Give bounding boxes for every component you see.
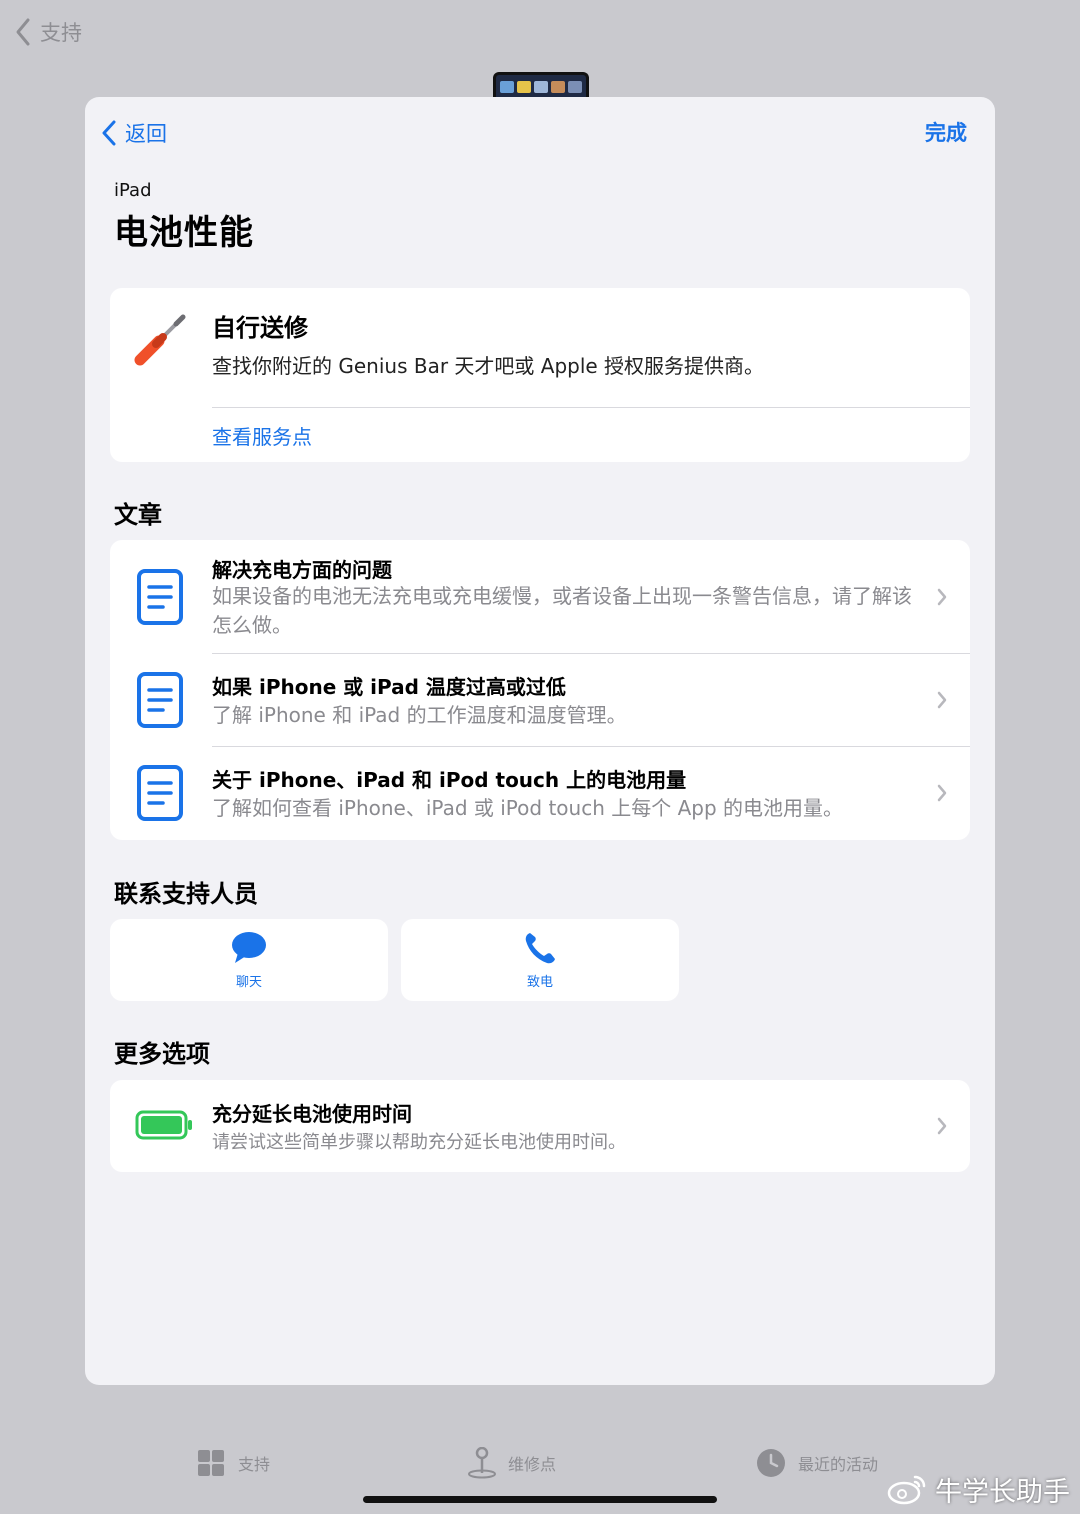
call-label: 致电	[526, 975, 553, 990]
chat-button[interactable]: 聊天	[110, 919, 388, 1001]
article-description: 了解 iPhone 和 iPad 的工作温度和温度管理。	[212, 703, 627, 727]
battery-sheet: 返回 完成 iPad 电池性能 自行送修 查找你附近的 Genius Bar 天…	[85, 97, 995, 1385]
article-item-battery-usage[interactable]: 关于 iPhone、iPad 和 iPod touch 上的电池用量 了解如何查…	[110, 747, 970, 840]
extend-battery-title: 充分延长电池使用时间	[212, 1102, 412, 1126]
document-icon	[137, 569, 183, 625]
back-label: 返回	[125, 122, 167, 146]
articles-list: 解决充电方面的问题 如果设备的电池无法充电或充电缓慢，或者设备上出现一条警告信息…	[110, 540, 970, 840]
tab-repair-label: 维修点	[508, 1455, 557, 1474]
watermark: 牛学长助手	[887, 1467, 1070, 1511]
phone-icon	[525, 933, 555, 964]
contact-heading: 联系支持人员	[114, 880, 258, 908]
call-button[interactable]: 致电	[401, 919, 679, 1001]
tab-repair-locations[interactable]: 维修点	[466, 1445, 556, 1481]
grid-icon	[198, 1450, 224, 1476]
clock-icon	[757, 1449, 785, 1477]
chevron-left-icon	[16, 18, 30, 46]
screen-thumbnail	[493, 72, 589, 98]
chevron-right-icon	[937, 784, 947, 802]
watermark-text: 牛学长助手	[935, 1476, 1070, 1508]
document-icon	[137, 672, 183, 728]
done-button[interactable]: 完成	[925, 117, 967, 149]
chevron-left-icon	[102, 120, 116, 146]
extend-battery-item[interactable]: 充分延长电池使用时间 请尝试这些简单步骤以帮助充分延长电池使用时间。	[110, 1080, 970, 1172]
article-title: 关于 iPhone、iPad 和 iPod touch 上的电池用量	[212, 768, 687, 792]
tab-support[interactable]: 支持	[196, 1445, 270, 1481]
chat-bubble-icon	[232, 932, 266, 963]
chat-label: 聊天	[235, 975, 262, 990]
tab-support-label: 支持	[238, 1455, 271, 1474]
chevron-right-icon	[937, 1117, 947, 1135]
home-indicator	[363, 1496, 717, 1503]
back-button[interactable]: 返回	[101, 117, 167, 149]
articles-heading: 文章	[114, 501, 162, 529]
weibo-icon	[887, 1475, 926, 1505]
extend-battery-description: 请尝试这些简单步骤以帮助充分延长电池使用时间。	[212, 1132, 626, 1153]
article-title: 解决充电方面的问题	[212, 558, 392, 582]
article-description: 了解如何查看 iPhone、iPad 或 iPod touch 上每个 App …	[212, 796, 844, 820]
document-icon	[137, 765, 183, 821]
background-back-button[interactable]: 支持	[14, 14, 82, 50]
article-item-temperature[interactable]: 如果 iPhone 或 iPad 温度过高或过低 了解 iPhone 和 iPa…	[110, 654, 970, 747]
screwdriver-icon	[134, 314, 186, 366]
view-service-locations-link[interactable]: 查看服务点	[212, 421, 312, 450]
article-description: 如果设备的电池无法充电或充电缓慢，或者设备上出现一条警告信息，请了解该怎么做。	[212, 584, 912, 637]
divider	[212, 407, 970, 408]
chevron-right-icon	[937, 691, 947, 709]
battery-icon	[135, 1110, 192, 1140]
article-item-charging[interactable]: 解决充电方面的问题 如果设备的电池无法充电或充电缓慢，或者设备上出现一条警告信息…	[110, 540, 970, 654]
tab-recent-label: 最近的活动	[798, 1455, 879, 1474]
article-title: 如果 iPhone 或 iPad 温度过高或过低	[212, 675, 566, 699]
self-service-card: 自行送修 查找你附近的 Genius Bar 天才吧或 Apple 授权服务提供…	[110, 288, 970, 462]
chevron-right-icon	[937, 588, 947, 606]
service-description: 查找你附近的 Genius Bar 天才吧或 Apple 授权服务提供商。	[212, 354, 765, 378]
device-subtitle: iPad	[114, 180, 152, 201]
service-title: 自行送修	[212, 314, 308, 342]
tab-recent-activity[interactable]: 最近的活动	[756, 1445, 878, 1481]
map-pin-icon	[468, 1447, 496, 1479]
more-options-heading: 更多选项	[114, 1040, 210, 1068]
page-title: 电池性能	[114, 213, 254, 253]
background-back-label: 支持	[40, 21, 82, 45]
